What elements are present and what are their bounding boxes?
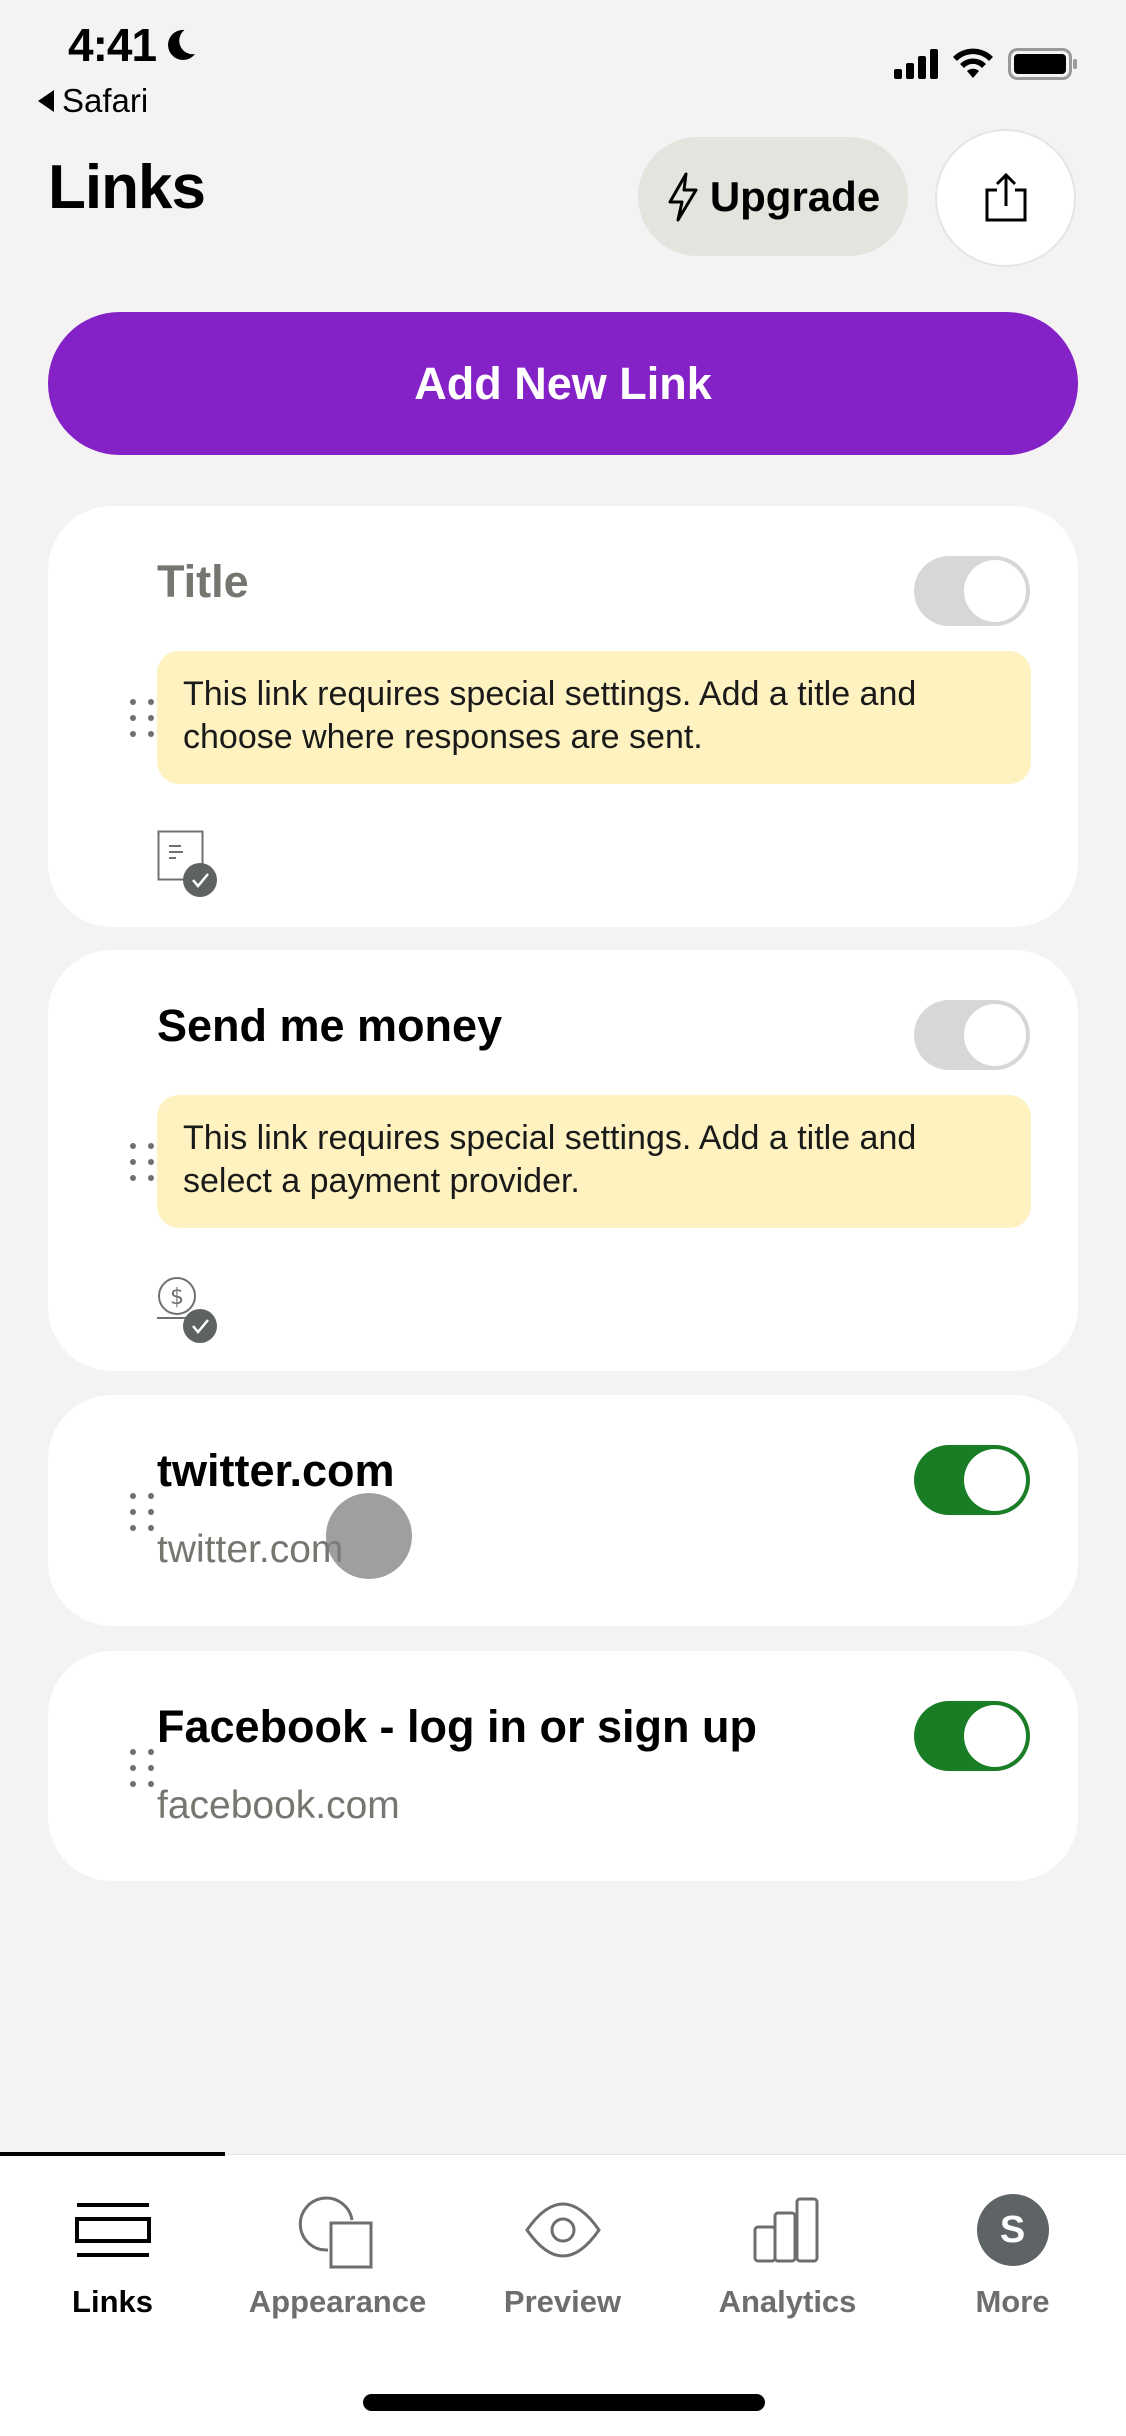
share-icon [985,172,1026,222]
toggle-knob [964,560,1026,622]
upgrade-button[interactable]: Upgrade [638,137,908,256]
back-app-label: Safari [62,82,149,119]
svg-text:$: $ [170,1285,184,1310]
payment-icon: $ [157,1277,217,1343]
link-enabled-toggle[interactable] [914,1000,1030,1070]
time-text: 4:41 [68,19,157,71]
tab-label: More [975,2284,1050,2319]
link-card[interactable]: twitter.com twitter.com [48,1395,1078,1626]
link-enabled-toggle[interactable] [914,556,1030,626]
status-time: 4:41 [68,18,198,72]
link-enabled-toggle[interactable] [914,1701,1030,1771]
tab-links[interactable]: Links [0,2190,225,2320]
back-triangle-icon [38,90,54,112]
tab-preview[interactable]: Preview [450,2190,675,2320]
link-card[interactable]: Send me money This link requires special… [48,950,1078,1371]
appearance-icon [298,2196,372,2269]
link-title[interactable]: Title [157,556,249,608]
share-button[interactable] [935,129,1076,267]
drag-handle-icon[interactable] [130,1749,156,1787]
avatar: S [976,2194,1049,2266]
toggle-knob [964,1705,1026,1767]
back-to-safari-link[interactable]: Safari [38,82,148,120]
toggle-knob [964,1004,1026,1066]
status-icons [894,48,1078,80]
bar-chart-icon [753,2197,818,2263]
tab-label: Preview [503,2284,622,2319]
page-title: Links [48,153,206,222]
links-icon [74,2203,151,2257]
drag-handle-icon[interactable] [130,1493,156,1531]
drag-handle-icon[interactable] [130,1143,156,1181]
tab-more[interactable]: S More [900,2190,1125,2320]
link-url[interactable]: twitter.com [157,1528,343,1572]
add-new-link-button[interactable]: Add New Link [48,312,1078,455]
touch-indicator [326,1493,412,1579]
wifi-icon [953,48,993,78]
tab-label: Links [72,2284,153,2319]
toggle-knob [964,1449,1026,1511]
tab-label: Analytics [718,2284,857,2319]
cellular-signal-icon [894,49,938,79]
drag-handle-icon[interactable] [130,699,156,737]
lightning-icon [668,172,698,221]
link-card[interactable]: Title This link requires special setting… [48,506,1078,927]
moon-icon [168,29,196,60]
active-tab-indicator [0,2152,225,2156]
form-icon [157,830,217,897]
link-title[interactable]: Facebook - log in or sign up [157,1701,757,1753]
tab-analytics[interactable]: Analytics [675,2190,900,2320]
link-url[interactable]: facebook.com [157,1784,400,1828]
warning-message: This link requires special settings. Add… [157,651,1031,784]
home-indicator[interactable] [363,2394,765,2411]
warning-message: This link requires special settings. Add… [157,1095,1031,1228]
link-enabled-toggle[interactable] [914,1445,1030,1515]
eye-icon [524,2202,601,2258]
link-card[interactable]: Facebook - log in or sign up facebook.co… [48,1651,1078,1881]
link-title[interactable]: Send me money [157,1000,502,1052]
battery-icon [1008,48,1077,80]
upgrade-label: Upgrade [709,172,881,220]
link-title[interactable]: twitter.com [157,1445,395,1497]
tab-appearance[interactable]: Appearance [225,2190,450,2320]
tab-label: Appearance [248,2284,427,2319]
